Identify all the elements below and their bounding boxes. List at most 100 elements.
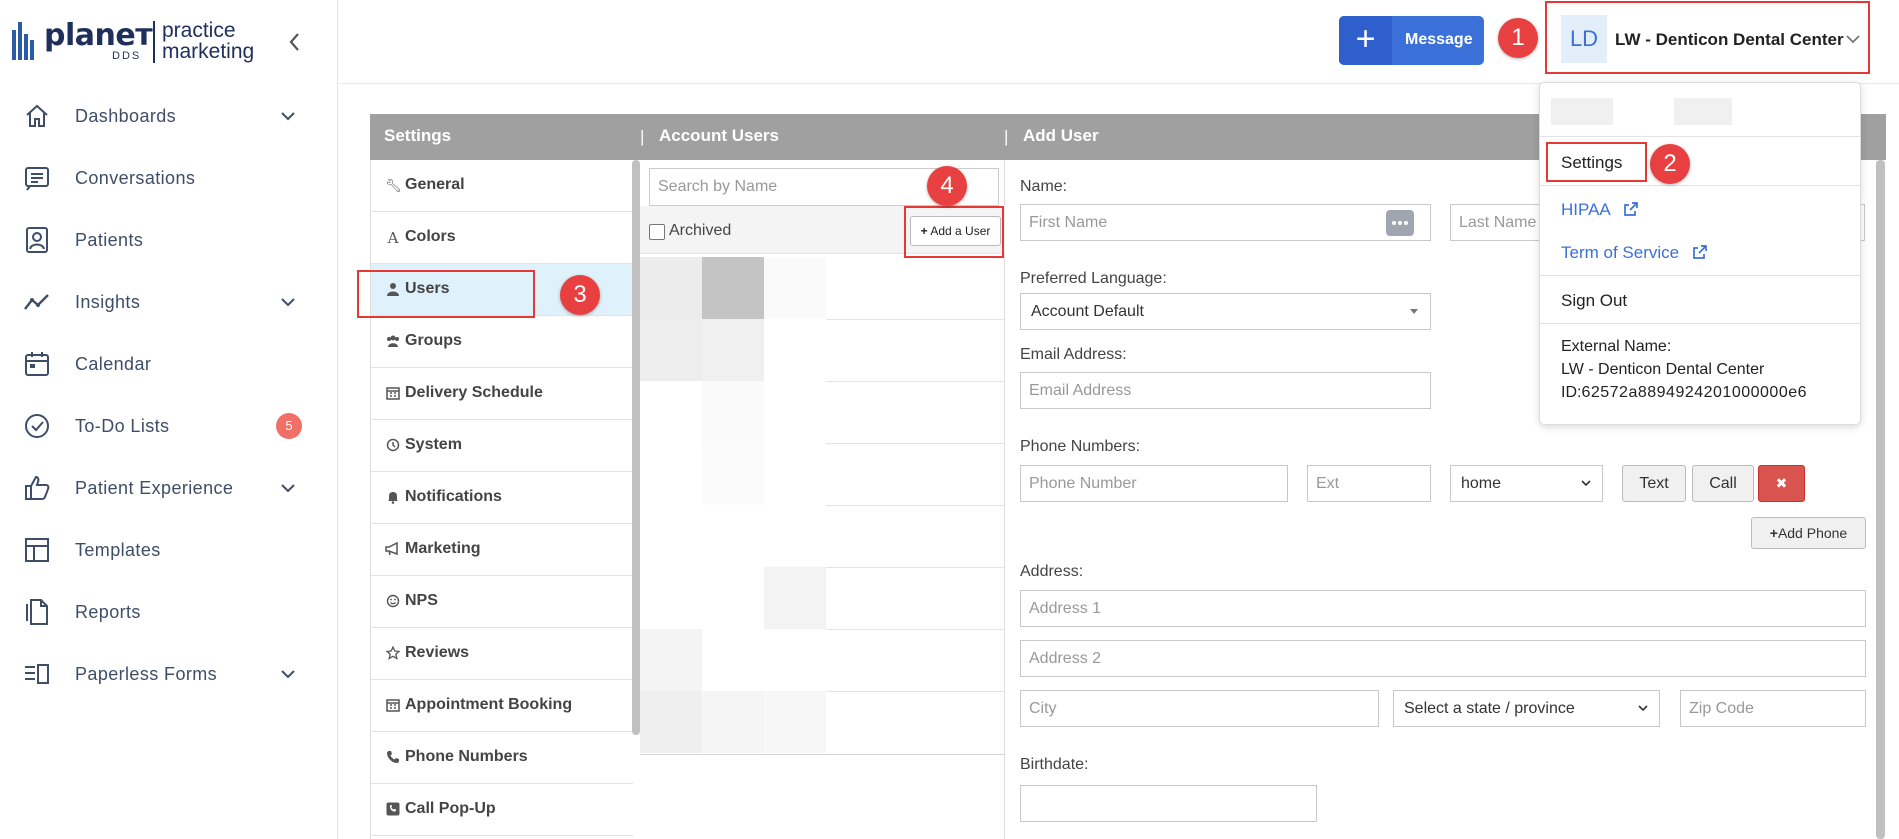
settings-item-nps[interactable]: NPS xyxy=(371,576,633,628)
phone-numbers-label: Phone Numbers: xyxy=(1020,438,1141,455)
blurred-user-cell xyxy=(702,257,764,319)
birthdate-input[interactable] xyxy=(1020,785,1317,822)
account-users-header: Account Users xyxy=(659,126,779,145)
nav-item-patients[interactable]: Patients xyxy=(0,216,338,264)
account-switcher[interactable]: LD LW - Denticon Dental Center xyxy=(1545,1,1870,74)
settings-item-colors[interactable]: A Colors xyxy=(371,212,633,264)
nav-item-paperless-forms[interactable]: Paperless Forms xyxy=(0,650,338,698)
hipaa-link[interactable]: HIPAA xyxy=(1561,200,1639,220)
settings-menu-item[interactable]: Settings xyxy=(1561,153,1622,173)
chevron-left-icon xyxy=(289,33,299,51)
phone-ext-input[interactable]: Ext xyxy=(1307,465,1431,502)
address1-input[interactable]: Address 1 xyxy=(1020,590,1866,627)
language-label: Preferred Language: xyxy=(1020,270,1167,287)
blurred-user-cell xyxy=(640,629,702,691)
logo-divider xyxy=(153,21,155,63)
address-label: Address: xyxy=(1020,563,1084,580)
settings-item-groups[interactable]: Groups xyxy=(371,316,633,368)
star-icon xyxy=(385,645,401,662)
first-name-input[interactable]: First Name xyxy=(1020,204,1431,241)
clock-icon xyxy=(385,438,401,454)
nav-item-todo-lists[interactable]: To-Do Lists 5 xyxy=(0,402,338,450)
phone-number-input[interactable]: Phone Number xyxy=(1020,465,1288,502)
nav-label: Templates xyxy=(75,539,161,560)
logo-product: practice marketing xyxy=(162,20,254,62)
nav-label: Dashboards xyxy=(75,105,177,126)
new-message-button[interactable]: + Message xyxy=(1339,16,1484,65)
settings-list: 🔧︎ General A Colors Users Groups Deliver… xyxy=(370,160,633,839)
language-value: Account Default xyxy=(1031,303,1144,320)
settings-label: Phone Numbers xyxy=(405,748,528,765)
avatar: LD xyxy=(1561,15,1607,63)
address2-input[interactable]: Address 2 xyxy=(1020,640,1866,677)
external-link-icon xyxy=(1692,245,1707,259)
plus-icon: + xyxy=(1339,16,1392,65)
settings-item-notifications[interactable]: Notifications xyxy=(371,472,633,524)
header-separator: | xyxy=(1004,127,1009,146)
language-select[interactable]: Account Default xyxy=(1020,293,1431,330)
sign-out-menu-item[interactable]: Sign Out xyxy=(1561,291,1627,311)
reports-icon xyxy=(26,599,48,625)
add-phone-label: Add Phone xyxy=(1777,525,1848,541)
remove-phone-button[interactable]: ✖ xyxy=(1758,465,1805,502)
phone-type-select[interactable]: home xyxy=(1450,465,1603,502)
terms-of-service-link[interactable]: Term of Service xyxy=(1561,243,1708,263)
password-manager-icon[interactable] xyxy=(1386,210,1414,236)
blurred-user-cell xyxy=(764,691,826,753)
settings-item-phone-numbers[interactable]: Phone Numbers xyxy=(371,732,633,784)
blurred-user-cell xyxy=(702,319,764,381)
add-phone-button[interactable]: +Add Phone xyxy=(1751,517,1866,549)
text-toggle-button[interactable]: Text xyxy=(1622,465,1686,502)
settings-item-system[interactable]: System xyxy=(371,420,633,472)
nav-label: Conversations xyxy=(75,167,196,188)
nav-item-patient-experience[interactable]: Patient Experience xyxy=(0,464,338,512)
row-divider xyxy=(826,443,1005,444)
logo-product-line1: practice xyxy=(162,19,236,42)
add-user-button[interactable]: + Add a User xyxy=(910,216,1001,246)
list-end-divider xyxy=(640,754,1005,755)
email-input[interactable]: Email Address xyxy=(1020,372,1431,409)
blurred-user-cell xyxy=(702,691,764,753)
callout-step-1: 1 xyxy=(1498,18,1538,58)
blurred-user-cell xyxy=(702,381,764,443)
users-icon xyxy=(385,334,401,350)
phone-type-value: home xyxy=(1461,475,1502,492)
state-select[interactable]: Select a state / province xyxy=(1393,690,1660,727)
add-user-header: Add User xyxy=(1023,126,1099,145)
settings-item-call-popup[interactable]: Call Pop-Up xyxy=(371,784,633,836)
settings-item-delivery-schedule[interactable]: Delivery Schedule xyxy=(371,368,633,420)
chevron-down-icon xyxy=(1638,705,1648,712)
bullhorn-icon xyxy=(385,541,401,558)
archived-checkbox[interactable] xyxy=(649,224,665,240)
settings-label: Delivery Schedule xyxy=(405,384,543,401)
zip-code-input[interactable]: Zip Code xyxy=(1680,690,1866,727)
checkmark-circle-icon xyxy=(25,414,49,438)
archived-label: Archived xyxy=(669,222,732,239)
settings-item-appointment-booking[interactable]: Appointment Booking xyxy=(371,680,633,732)
nav-item-conversations[interactable]: Conversations xyxy=(0,154,338,202)
nav-item-dashboards[interactable]: Dashboards xyxy=(0,92,338,140)
form-scrollbar[interactable] xyxy=(1876,160,1885,839)
settings-scrollbar[interactable] xyxy=(632,160,640,735)
settings-item-marketing[interactable]: Marketing xyxy=(371,524,633,576)
nav-item-calendar[interactable]: Calendar xyxy=(0,340,338,388)
logo-wordmark: planeт xyxy=(44,18,153,53)
blurred-user-cell xyxy=(764,257,826,319)
settings-label: General xyxy=(405,176,465,193)
nav-item-templates[interactable]: Templates xyxy=(0,526,338,574)
nav-item-insights[interactable]: Insights xyxy=(0,278,338,326)
call-toggle-button[interactable]: Call xyxy=(1692,465,1754,502)
calendar-icon xyxy=(25,352,49,376)
name-label: Name: xyxy=(1020,178,1068,195)
city-input[interactable]: City xyxy=(1020,690,1379,727)
row-divider xyxy=(826,691,1005,692)
caret-down-icon xyxy=(1410,309,1418,314)
calendar-icon xyxy=(385,386,401,402)
settings-item-reviews[interactable]: Reviews xyxy=(371,628,633,680)
message-label: Message xyxy=(1405,31,1473,48)
settings-label: System xyxy=(405,436,462,453)
settings-item-general[interactable]: 🔧︎ General xyxy=(371,160,633,212)
nav-item-reports[interactable]: Reports xyxy=(0,588,338,636)
collapse-sidebar-button[interactable] xyxy=(284,28,306,56)
blurred-menu-item xyxy=(1674,98,1732,125)
